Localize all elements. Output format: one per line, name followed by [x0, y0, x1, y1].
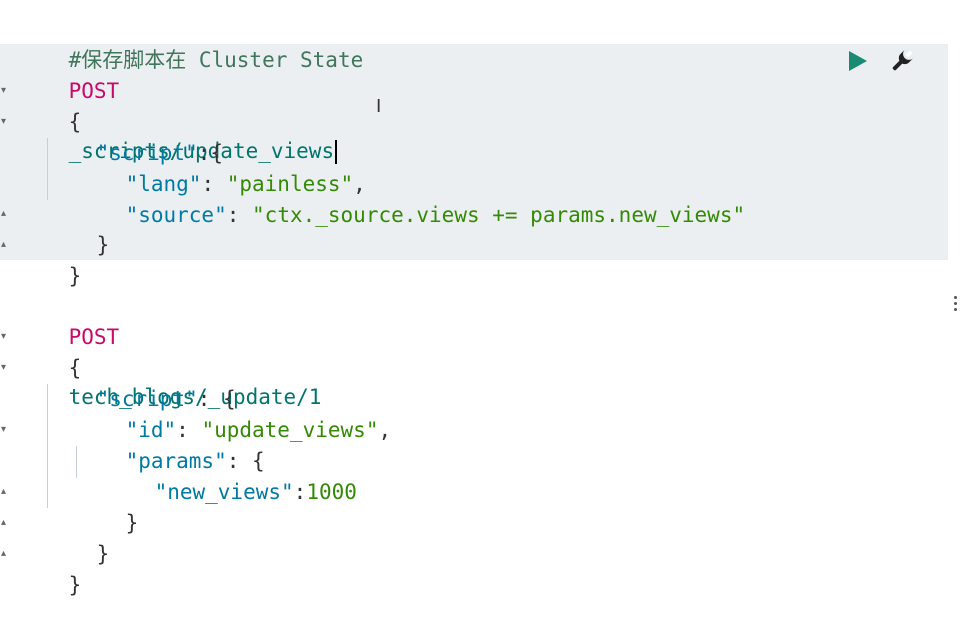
request-1-script-close-line[interactable]: }	[46, 200, 110, 257]
indent-guide	[47, 384, 48, 508]
request-2-new-views-value: 1000	[306, 480, 357, 504]
indent-guide	[76, 446, 77, 478]
request-1-script-close: }	[96, 233, 110, 257]
fold-toggle-icon[interactable]: ▴	[1, 508, 7, 538]
play-icon[interactable]	[846, 50, 868, 72]
console-editor[interactable]: #保存脚本在 Cluster State POST _scripts/updat…	[0, 0, 963, 599]
fold-toggle-icon[interactable]: ▾	[1, 76, 7, 106]
request-line-1[interactable]: POST _scripts/update_views	[18, 46, 338, 164]
request-2-params-line[interactable]: "params": {	[75, 416, 265, 473]
request-2-open-brace-line[interactable]: {	[18, 323, 82, 380]
request-1-open-brace-line[interactable]: {	[18, 77, 82, 134]
fold-toggle-icon[interactable]: ▴	[1, 477, 7, 507]
request-2-new-views-key: "new_views"	[154, 480, 294, 504]
fold-toggle-icon[interactable]: ▾	[1, 415, 7, 445]
request-2-params-close: }	[125, 511, 139, 535]
request-1-source-key: "source"	[125, 203, 227, 227]
fold-toggle-icon[interactable]: ▴	[1, 199, 7, 229]
request-2-close-brace-line[interactable]: }	[18, 540, 82, 597]
request-2-new-views-line[interactable]: "new_views":1000	[104, 447, 357, 504]
fold-toggle-icon[interactable]: ▴	[1, 230, 7, 260]
fold-toggle-icon[interactable]: ▾	[1, 353, 7, 383]
request-1-close-brace-line[interactable]: }	[18, 231, 82, 288]
request-2-script-close-line[interactable]: }	[46, 509, 110, 566]
request-line-2[interactable]: POST tech_blogs/_update/1	[18, 292, 322, 409]
wrench-icon[interactable]	[889, 48, 915, 74]
fold-toggle-icon[interactable]: ▴	[1, 539, 7, 569]
request-1-lang-line[interactable]: "lang": "painless",	[75, 139, 366, 196]
fold-toggle-icon[interactable]: ▾	[1, 107, 7, 137]
request-1-close-brace: }	[68, 264, 82, 288]
text-cursor-icon: I	[376, 96, 382, 117]
comment-line[interactable]: #保存脚本在 Cluster State	[18, 15, 364, 72]
request-2-id-comma: ,	[378, 418, 392, 442]
request-1-script-line[interactable]: "script":{	[46, 108, 223, 165]
fold-toggle-icon[interactable]: ▾	[1, 322, 7, 352]
indent-guide	[47, 138, 48, 200]
request-2-params-close-line[interactable]: }	[75, 478, 139, 535]
request-1-source-sep: :	[226, 203, 253, 227]
request-2-script-line[interactable]: "script": {	[46, 354, 236, 411]
request-2-id-line[interactable]: "id": "update_views",	[75, 385, 392, 442]
request-1-source-line[interactable]: "source": "ctx._source.views += params.n…	[75, 170, 746, 227]
request-2-script-close: }	[96, 542, 110, 566]
request-1-source-value: "ctx._source.views += params.new_views"	[252, 203, 746, 227]
request-2-close-brace: }	[68, 573, 82, 597]
request-2-new-views-sep: :	[293, 480, 307, 504]
vertical-ellipsis-icon[interactable]	[950, 293, 960, 319]
